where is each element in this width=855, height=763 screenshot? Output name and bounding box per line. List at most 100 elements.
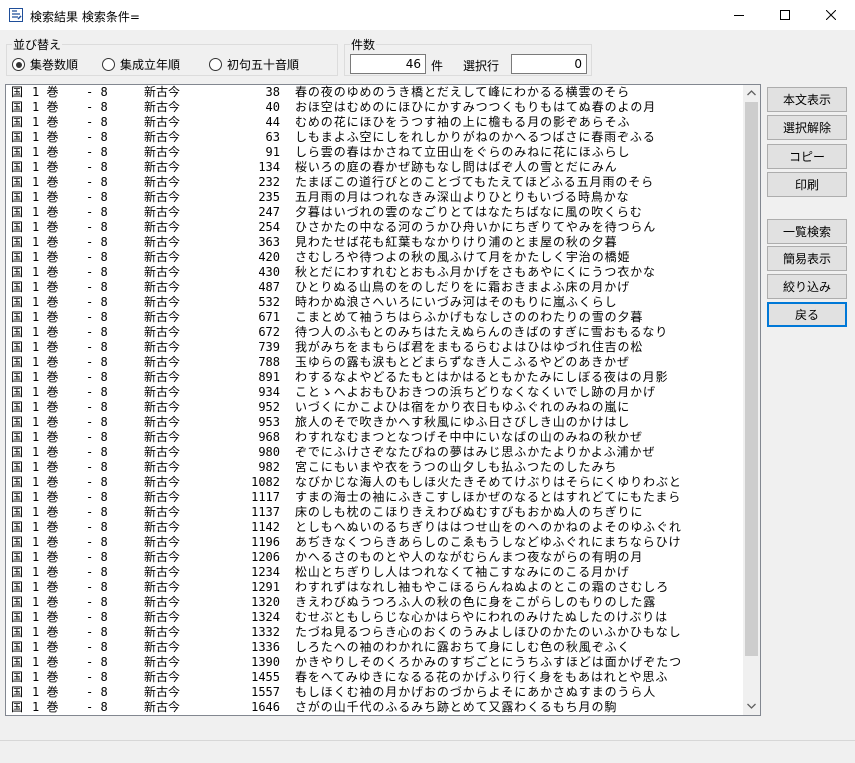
cell-kuni: 国 xyxy=(11,490,24,504)
cell-poem: ぞでにふけさぞなたびねの夢はみじ思ふかたよりかよふ浦かぜ xyxy=(295,445,656,459)
result-row[interactable]: 国 1 巻 - 8 新古今 1196 あぢきなくつらきあらしのこゑもうしなどゆふぐれにまち… xyxy=(6,535,744,550)
selected-row-field[interactable]: 0 xyxy=(511,54,587,74)
result-row[interactable]: 国 1 巻 - 8 新古今 63 しもまよふ空にしをれしかりがねのかへるつばさに春雨ぞふる xyxy=(6,130,744,145)
result-row[interactable]: 国 1 巻 - 8 新古今 487 ひとりぬる山鳥のをのしだりをに霜おきまよふ床の月かげ xyxy=(6,280,744,295)
results-list[interactable]: 国1 巻- 8 新古今 38 春の夜のゆめのうき橋とだえして峰にわかるる横雲のそら国 1… xyxy=(5,84,761,716)
result-row[interactable]: 国 1 巻 - 8 新古今 1320 きえわびぬうつろふ人の秋の色に身をこがらしのもりのし… xyxy=(6,595,744,610)
result-row[interactable]: 国 1 巻 - 8 新古今 235 五月雨の月はつれなきみ深山よりひとりもいづる時鳥かな xyxy=(6,190,744,205)
print-button[interactable]: 印刷 xyxy=(767,172,847,197)
result-row[interactable]: 国 1 巻 - 8 新古今 254 ひさかたの中なる河のうかひ舟いかにちぎりてやみを待つら… xyxy=(6,220,744,235)
cell-number: 430 xyxy=(258,265,280,279)
result-row[interactable]: 国 1 巻 - 8 新古今 672 待つ人のふもとのみちはたえぬらんのきばのすぎに雪おもる… xyxy=(6,325,744,340)
result-row[interactable]: 国 1 巻 - 8 新古今 952 いづくにかこよひは宿をかり衣日もゆふぐれのみねの嵐に xyxy=(6,400,744,415)
result-row[interactable]: 国 1 巻 - 8 新古今 232 たまぼこの道行びとのことづてもたえてほどふる五月雨のそ… xyxy=(6,175,744,190)
result-row[interactable]: 国 1 巻 - 8 新古今 38 春の夜のゆめのうき橋とだえして峰にわかるる横雲のそら xyxy=(6,85,744,100)
cell-anthology: 新古今 xyxy=(144,175,181,189)
sort-radio-gojuon[interactable]: 初句五十音順 xyxy=(209,56,299,73)
list-search-button[interactable]: 一覧検索 xyxy=(767,219,847,244)
result-row[interactable]: 国 1 巻 - 8 新古今 532 時わかぬ浪さへいろにいづみ河はそのもりに嵐ふくらし xyxy=(6,295,744,310)
cell-volume: 1 巻 xyxy=(32,490,59,504)
cell-number: 1646 xyxy=(251,700,280,714)
scroll-up-button[interactable] xyxy=(743,85,760,102)
result-row[interactable]: 国 1 巻 - 8 新古今 982 宮こにもいまや衣をうつの山夕しも払ふつたのしたみち xyxy=(6,460,744,475)
cell-separator: - 8 xyxy=(86,415,108,429)
result-row[interactable]: 国 1 巻 - 8 新古今 91 しら雲の春はかさねて立田山をぐらのみねに花にほふらし xyxy=(6,145,744,160)
result-row[interactable]: 国 1 巻 - 8 新古今 1206 かへるさのものとや人のながむらんまつ夜ながらの有明の… xyxy=(6,550,744,565)
cell-number: 232 xyxy=(258,175,280,189)
result-row[interactable]: 国 1 巻 - 8 新古今 891 わするなよやどるたもとはかはるともかたみにしぼる夜はの… xyxy=(6,370,744,385)
result-row[interactable]: 国 1 巻 - 8 新古今 247 夕暮はいづれの雲のなごりとてはなたちばなに風の吹くらむ xyxy=(6,205,744,220)
cell-number: 1234 xyxy=(251,565,280,579)
cell-anthology: 新古今 xyxy=(144,400,181,414)
cell-separator: - 8 xyxy=(86,595,108,609)
result-row[interactable]: 国 1 巻 - 8 新古今 1336 しろたへの袖のわかれに露おちて身にしむ色の秋風ぞふく xyxy=(6,640,744,655)
cell-poem: もしほくむ袖の月かげおのづからよそにあかさぬすまのうら人 xyxy=(295,685,657,699)
result-row[interactable]: 国 1 巻 - 8 新古今 1332 たづね見るつらき心のおくのうみよしほひのかたのいふか… xyxy=(6,625,744,640)
result-row[interactable]: 国 1 巻 - 8 新古今 739 我がみちをまもらば君をまもるらむよはひはゆづれ住吉の松 xyxy=(6,340,744,355)
result-row[interactable]: 国 1 巻 - 8 新古今 980 ぞでにふけさぞなたびねの夢はみじ思ふかたよりかよふ浦か… xyxy=(6,445,744,460)
cell-volume: 1 巻 xyxy=(32,220,59,234)
scroll-down-button[interactable] xyxy=(743,698,760,715)
cell-number: 1142 xyxy=(251,520,280,534)
result-row[interactable]: 国 1 巻 - 8 新古今 1557 もしほくむ袖の月かげおのづからよそにあかさぬすまのう… xyxy=(6,685,744,700)
result-row[interactable]: 国 1 巻 - 8 新古今 430 秋とだにわすれむとおもふ月かげをさもあやにくにうつ衣か… xyxy=(6,265,744,280)
status-bar xyxy=(0,740,855,763)
minimize-button[interactable] xyxy=(716,0,762,30)
cell-volume: 1 巻 xyxy=(32,310,59,324)
close-button[interactable] xyxy=(808,0,854,30)
cell-number: 40 xyxy=(265,100,280,114)
result-row[interactable]: 国 1 巻 - 8 新古今 1324 むせぶともしらじな心かはらやにわれのみけたぬしたのけ… xyxy=(6,610,744,625)
result-row[interactable]: 国 1 巻 - 8 新古今 44 むめの花にほひをうつす袖の上に檐もる月の影ぞあらそふ xyxy=(6,115,744,130)
result-row[interactable]: 国 1 巻 - 8 新古今 134 桜いろの庭の春かぜ跡もなし問はばぞ人の雪とだにみん xyxy=(6,160,744,175)
result-row[interactable]: 国 1 巻 - 8 新古今 1137 床のしも枕のこほりきえわびぬむすびもおかぬ人のちぎり… xyxy=(6,505,744,520)
cell-poem: しもまよふ空にしをれしかりがねのかへるつばさに春雨ぞふる xyxy=(295,130,656,144)
show-text-button[interactable]: 本文表示 xyxy=(767,87,847,112)
count-field[interactable]: 46 xyxy=(350,54,426,74)
cell-anthology: 新古今 xyxy=(144,685,181,699)
result-row[interactable]: 国 1 巻 - 8 新古今 934 ことゝへよおもひおきつの浜ちどりなくなくいでし跡の月か… xyxy=(6,385,744,400)
copy-button[interactable]: コピー xyxy=(767,144,847,169)
cell-anthology: 新古今 xyxy=(144,115,181,129)
narrow-down-button[interactable]: 絞り込み xyxy=(767,274,847,299)
vertical-scrollbar[interactable] xyxy=(743,85,760,715)
result-row[interactable]: 国 1 巻 - 8 新古今 968 わすれなむまつとなつげそ中中にいなばの山のみねの秋かぜ xyxy=(6,430,744,445)
result-row[interactable]: 国 1 巻 - 8 新古今 1291 わすれずはなれし袖もやこほるらんねぬよのとこの霜のさ… xyxy=(6,580,744,595)
cell-kuni: 国 xyxy=(11,640,24,654)
cell-anthology: 新古今 xyxy=(144,520,181,534)
cell-volume: 1 巻 xyxy=(32,625,59,639)
result-row[interactable]: 国 1 巻 - 8 新古今 671 こまとめて袖うちはらふかげもなしさののわたりの雪の夕暮 xyxy=(6,310,744,325)
simple-view-button[interactable]: 簡易表示 xyxy=(767,246,847,271)
back-button[interactable]: 戻る xyxy=(767,302,847,327)
result-row[interactable]: 国 1 巻 - 8 新古今 363 見わたせば花も紅葉もなかりけり浦のとま屋の秋の夕暮 xyxy=(6,235,744,250)
result-row[interactable]: 国 1 巻 - 8 新古今 420 さむしろや待つよの秋の風ふけて月をかたしく宇治の橋姫 xyxy=(6,250,744,265)
result-row[interactable]: 国 1 巻 - 8 新古今 1234 松山とちぎりし人はつれなくて袖こすなみにのこる月かげ xyxy=(6,565,744,580)
cell-anthology: 新古今 xyxy=(144,385,181,399)
cell-volume: 1 巻 xyxy=(32,505,59,519)
result-row[interactable]: 国 1 巻 - 8 新古今 1117 すまの海士の袖にふきこすしほかぜのなるとはすれどてに… xyxy=(6,490,744,505)
cell-poem: こまとめて袖うちはらふかげもなしさののわたりの雪の夕暮 xyxy=(295,310,644,324)
result-row[interactable]: 国 1 巻 - 8 新古今 1455 春をへてみゆきになるる花のかげふり行く身をもあはれと… xyxy=(6,670,744,685)
cell-volume: 1 巻 xyxy=(32,580,59,594)
sort-radio-year[interactable]: 集成立年順 xyxy=(102,56,180,73)
deselect-button[interactable]: 選択解除 xyxy=(767,115,847,140)
maximize-button[interactable] xyxy=(762,0,808,30)
cell-kuni: 国 xyxy=(11,205,24,219)
result-row[interactable]: 国 1 巻 - 8 新古今 788 玉ゆらの露も涙もとどまらずなき人こふるやどのあきかぜ xyxy=(6,355,744,370)
cell-volume: 1 巻 xyxy=(32,145,59,159)
cell-separator: - 8 xyxy=(86,475,108,489)
result-row[interactable]: 国 1 巻 - 8 新古今 1646 さがの山千代のふるみち跡とめて又露わくるもち月の駒 xyxy=(6,700,744,715)
cell-number: 1291 xyxy=(251,580,280,594)
cell-volume: 1 巻 xyxy=(32,685,59,699)
sort-radio-volume[interactable]: 集巻数順 xyxy=(12,56,78,73)
cell-volume: 1 巻 xyxy=(32,265,59,279)
scroll-thumb[interactable] xyxy=(745,102,758,656)
result-row[interactable]: 国 1 巻 - 8 新古今 1082 なびかじな海人のもしほ火たきそめてけぶりはそらにくゆ… xyxy=(6,475,744,490)
cell-separator: - 8 xyxy=(86,400,108,414)
result-row[interactable]: 国 1 巻 - 8 新古今 1390 かきやりしそのくろかみのすぢごとにうちふすほどは面か… xyxy=(6,655,744,670)
result-row[interactable]: 国 1 巻 - 8 新古今 953 旅人のそで吹きかへす秋風にゆふ日さびしき山のかけはし xyxy=(6,415,744,430)
cell-volume: 1 巻 xyxy=(32,610,59,624)
cell-kuni: 国 xyxy=(11,670,24,684)
cell-anthology: 新古今 xyxy=(144,625,181,639)
result-row[interactable]: 国 1 巻 - 8 新古今 1142 としもへぬいのるちぎりははつせ山をのへのかねのよその… xyxy=(6,520,744,535)
result-row[interactable]: 国 1 巻 - 8 新古今 40 おほ空はむめのにほひにかすみつつくもりもはてぬ春のよの月 xyxy=(6,100,744,115)
